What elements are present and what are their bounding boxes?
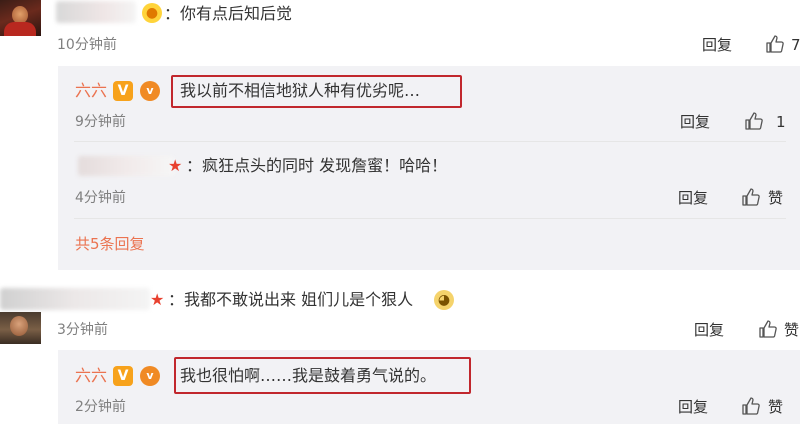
comment-text: ：我都不敢说出来 姐们儿是个狠人	[168, 290, 414, 309]
like-label: 赞	[768, 398, 784, 416]
blurred-username	[56, 1, 136, 23]
blurred-username	[0, 288, 150, 310]
reply-text: 我也很怕啊……我是鼓着勇气说的。	[180, 366, 437, 385]
reply-button[interactable]: 回复	[680, 112, 710, 132]
thumbs-up-icon[interactable]	[741, 187, 761, 211]
reply-button[interactable]: 回复	[678, 188, 708, 208]
reply-button[interactable]: 回复	[694, 320, 724, 340]
reply-author[interactable]: 六六	[75, 365, 107, 387]
like-count: 1	[776, 113, 786, 131]
vip-badge-icon: V	[113, 366, 133, 386]
avatar-face	[10, 316, 28, 336]
thumbs-up-icon[interactable]	[741, 396, 761, 420]
reply-text: ：疯狂点头的同时 发现詹蜜！哈哈！	[186, 156, 448, 175]
star-icon: ★	[150, 290, 165, 309]
like-label: 赞	[784, 321, 800, 339]
vip-badge-icon: V	[113, 81, 133, 101]
reply-time: 2分钟前	[75, 399, 126, 415]
doge-emoji-icon: ◕	[434, 290, 454, 310]
thumbs-up-icon[interactable]	[758, 319, 778, 343]
thumbs-up-icon[interactable]	[744, 111, 764, 135]
user-avatar[interactable]	[0, 312, 41, 344]
avatar-robe	[4, 22, 36, 36]
duck-emoji-icon: ●	[142, 3, 162, 23]
like-label: 赞	[768, 189, 784, 207]
verified-badge-icon: v	[140, 81, 160, 101]
user-avatar[interactable]	[0, 0, 41, 36]
reply-button[interactable]: 回复	[702, 35, 732, 55]
reply-author[interactable]: 六六	[75, 80, 107, 102]
reply-time: 9分钟前	[75, 114, 126, 130]
star-icon: ★	[168, 156, 183, 175]
comment-time: 3分钟前	[57, 322, 108, 338]
divider	[74, 141, 786, 142]
thumbs-up-icon[interactable]	[765, 34, 785, 58]
divider	[74, 218, 786, 219]
comment-time: 10分钟前	[57, 37, 117, 53]
reply-time: 4分钟前	[75, 190, 126, 206]
view-more-replies-link[interactable]: 共5条回复	[75, 233, 145, 255]
blurred-username	[78, 156, 174, 176]
verified-badge-icon: v	[140, 366, 160, 386]
reply-text: 我以前不相信地狱人种有优劣呢…	[180, 81, 421, 100]
reply-button[interactable]: 回复	[678, 397, 708, 417]
comment-text: ：你有点后知后觉	[164, 4, 293, 23]
like-count: 7	[791, 36, 800, 54]
